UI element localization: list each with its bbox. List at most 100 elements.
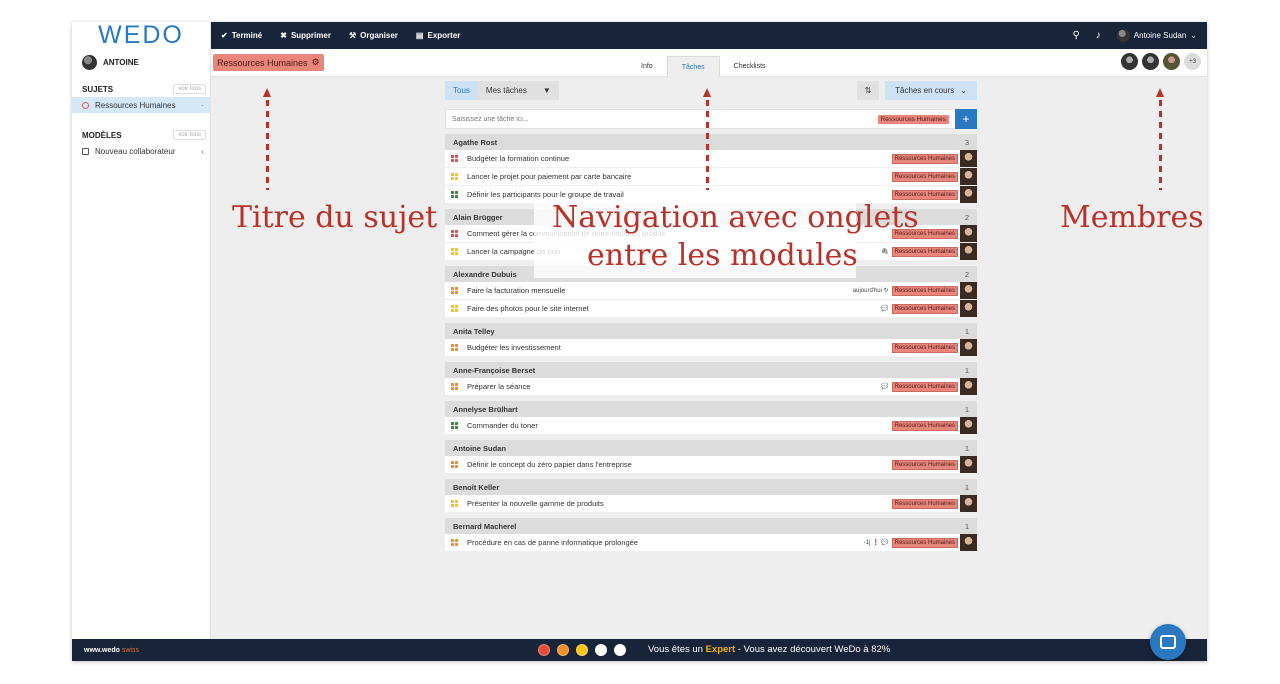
group-header[interactable]: Annelyse Brülhart 1 — [445, 401, 977, 417]
priority-icon[interactable] — [451, 344, 458, 351]
member-avatar[interactable] — [1142, 53, 1159, 70]
level-dot[interactable] — [538, 644, 550, 656]
gear-icon[interactable]: ⚙ — [312, 57, 320, 68]
member-avatar[interactable] — [1163, 53, 1180, 70]
priority-icon[interactable] — [451, 305, 458, 312]
member-avatar[interactable] — [1121, 53, 1138, 70]
assignee-avatar[interactable] — [960, 495, 977, 512]
priority-icon[interactable] — [451, 248, 458, 255]
assignee-avatar[interactable] — [960, 378, 977, 395]
level-dot[interactable] — [557, 644, 569, 656]
filter-all-button[interactable]: Tous — [445, 81, 478, 100]
assignee-avatar[interactable] — [960, 186, 977, 203]
group-header[interactable]: Agathe Rost 3 — [445, 134, 977, 150]
filter-icon[interactable]: ▼ — [534, 81, 559, 100]
task-title[interactable]: Commander du toner — [467, 421, 892, 430]
organize-button[interactable]: ⚒ Organiser — [349, 31, 398, 40]
tab-checklists[interactable]: Checklists — [720, 56, 780, 77]
assignee-avatar[interactable] — [960, 417, 977, 434]
export-button[interactable]: ▤ Exporter — [416, 31, 460, 40]
task-subject-tag[interactable]: Ressources Humaines — [891, 381, 958, 392]
task-row[interactable]: Procédure en cas de panne informatique p… — [445, 534, 977, 552]
task-title[interactable]: Définir le concept du zéro papier dans l… — [467, 460, 892, 469]
task-row[interactable]: Préparer la séance 💬 Ressources Humaines — [445, 378, 977, 396]
more-members-badge[interactable]: +3 — [1184, 53, 1201, 70]
task-row[interactable]: Budgéter la formation continue Ressources… — [445, 150, 977, 168]
delete-button[interactable]: ✖ Supprimer — [280, 31, 331, 40]
level-dot[interactable] — [576, 644, 588, 656]
task-row[interactable]: Faire des photos pour le site internet 💬 R… — [445, 300, 977, 318]
task-subject-tag[interactable]: Ressources Humaines — [891, 303, 958, 314]
group-header[interactable]: Bernard Macherel 1 — [445, 518, 977, 534]
task-subject-tag[interactable]: Ressources Humaines — [891, 537, 958, 548]
footer-brand[interactable]: www.wedo swiss — [84, 647, 139, 654]
assignee-avatar[interactable] — [960, 339, 977, 356]
task-title[interactable]: Faire la facturation mensuelle — [467, 286, 853, 295]
status-dropdown[interactable]: Tâches en cours ⌄ — [885, 81, 977, 100]
chevron-left-icon[interactable]: ‹ — [201, 147, 204, 156]
assignee-avatar[interactable] — [960, 225, 977, 242]
task-row[interactable]: Lancer le projet pour paiement par carte… — [445, 168, 977, 186]
subject-tag[interactable]: Ressources Humaines — [877, 114, 949, 124]
priority-icon[interactable] — [451, 422, 458, 429]
priority-icon[interactable] — [451, 191, 458, 198]
task-title[interactable]: Faire des photos pour le site internet — [467, 304, 881, 313]
priority-icon[interactable] — [451, 155, 458, 162]
task-subject-tag[interactable]: Ressources Humaines — [891, 189, 958, 200]
new-task-input[interactable] — [446, 115, 878, 123]
task-subject-tag[interactable]: Ressources Humaines — [891, 459, 958, 470]
task-row[interactable]: Commander du toner Ressources Humaines — [445, 417, 977, 435]
subjects-see-all-button[interactable]: voir tous — [173, 84, 206, 94]
assignee-avatar[interactable] — [960, 243, 977, 260]
task-subject-tag[interactable]: Ressources Humaines — [891, 153, 958, 164]
task-title[interactable]: Préparer la séance — [467, 382, 881, 391]
task-subject-tag[interactable]: Ressources Humaines — [891, 285, 958, 296]
models-see-all-button[interactable]: voir tous — [173, 130, 206, 140]
task-row[interactable]: Définir le concept du zéro papier dans l… — [445, 456, 977, 474]
task-row[interactable]: Budgéter les investissement Ressources Hu… — [445, 339, 977, 357]
priority-icon[interactable] — [451, 539, 458, 546]
add-task-button[interactable]: + — [955, 109, 977, 129]
priority-icon[interactable] — [451, 500, 458, 507]
sidebar-item-nouveau-collaborateur[interactable]: Nouveau collaborateur ‹ — [72, 143, 210, 159]
task-title[interactable]: Procédure en cas de panne informatique p… — [467, 538, 864, 547]
group-header[interactable]: Anita Telley 1 — [445, 323, 977, 339]
task-title[interactable]: Budgéter les investissement — [467, 343, 892, 352]
priority-icon[interactable] — [451, 230, 458, 237]
tab-info[interactable]: Info — [627, 56, 667, 77]
task-subject-tag[interactable]: Ressources Humaines — [891, 420, 958, 431]
done-button[interactable]: ✔ Terminé — [221, 31, 262, 40]
priority-icon[interactable] — [451, 287, 458, 294]
assignee-avatar[interactable] — [960, 456, 977, 473]
task-subject-tag[interactable]: Ressources Humaines — [891, 342, 958, 353]
filter-mine-button[interactable]: Mes tâches — [477, 81, 535, 100]
priority-icon[interactable] — [451, 173, 458, 180]
task-title[interactable]: Lancer le projet pour paiement par carte… — [467, 172, 892, 181]
subject-title[interactable]: Ressources Humaines ⚙ — [213, 54, 324, 71]
wedo-logo[interactable]: WEDO — [72, 22, 210, 49]
task-subject-tag[interactable]: Ressources Humaines — [891, 498, 958, 509]
tab-taches[interactable]: Tâches — [666, 56, 720, 77]
chat-button[interactable] — [1150, 624, 1186, 660]
current-user[interactable]: ANTOINE — [72, 49, 210, 75]
level-dot[interactable] — [595, 644, 607, 656]
assignee-avatar[interactable] — [960, 534, 977, 551]
priority-icon[interactable] — [451, 383, 458, 390]
task-title[interactable]: Budgéter la formation continue — [467, 154, 892, 163]
user-menu[interactable]: Antoine Sudan ⌄ — [1116, 29, 1197, 42]
priority-icon[interactable] — [451, 461, 458, 468]
assignee-avatar[interactable] — [960, 282, 977, 299]
sort-icon[interactable]: ⇅ — [857, 81, 880, 100]
group-header[interactable]: Benoît Keller 1 — [445, 479, 977, 495]
task-row[interactable]: Présenter la nouvelle gamme de produits R… — [445, 495, 977, 513]
task-subject-tag[interactable]: Ressources Humaines — [891, 246, 958, 257]
search-icon[interactable]: ⚲ — [1072, 30, 1079, 41]
assignee-avatar[interactable] — [960, 300, 977, 317]
task-title[interactable]: Présenter la nouvelle gamme de produits — [467, 499, 892, 508]
group-header[interactable]: Antoine Sudan 1 — [445, 440, 977, 456]
assignee-avatar[interactable] — [960, 168, 977, 185]
task-row[interactable]: Faire la facturation mensuelle aujourd'hu… — [445, 282, 977, 300]
task-subject-tag[interactable]: Ressources Humaines — [891, 171, 958, 182]
group-header[interactable]: Anne-Françoise Berset 1 — [445, 362, 977, 378]
bell-icon[interactable]: ♪ — [1096, 30, 1101, 41]
